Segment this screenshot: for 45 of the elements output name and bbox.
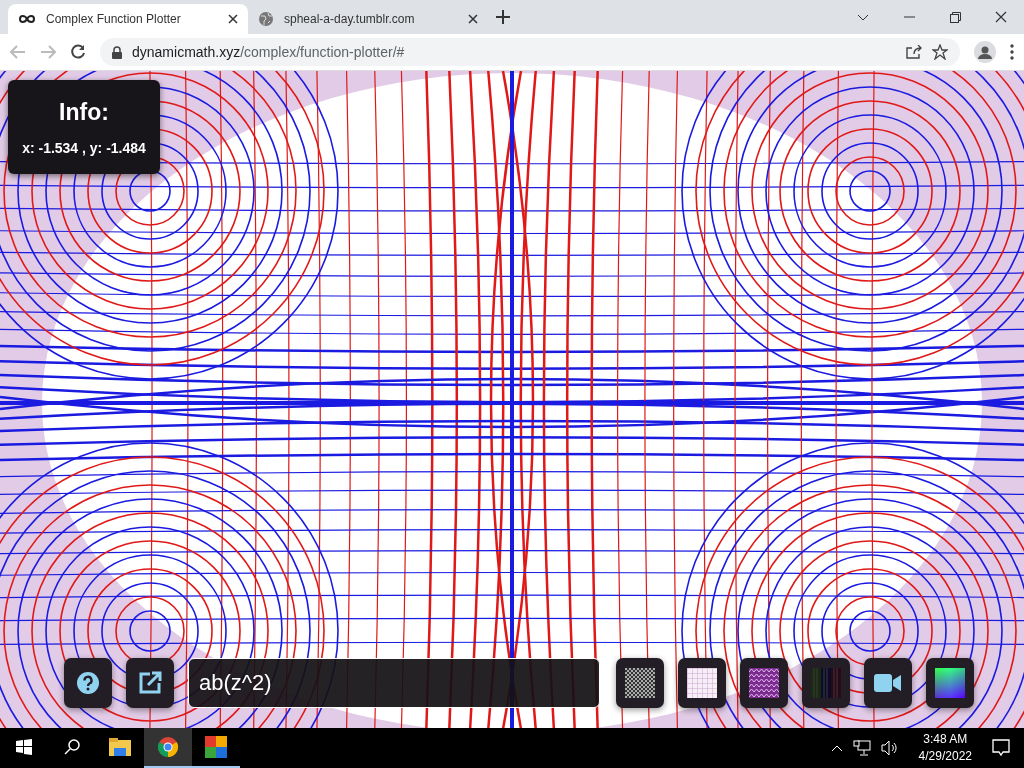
new-tab-icon[interactable] [496,10,510,24]
display-mode-button[interactable] [740,658,788,708]
color-bars-icon [811,668,841,698]
display-mode-button[interactable] [926,658,974,708]
info-title: Info: [59,98,109,126]
globe-icon [258,11,274,27]
share-link-button[interactable] [126,658,174,708]
reload-icon[interactable] [70,44,86,60]
antivirus-logo-icon [205,736,227,758]
browser-tab[interactable]: Complex Function Plotter [8,4,248,34]
search-icon [64,739,80,755]
clock-time: 3:48 AM [923,731,968,748]
help-button[interactable] [64,658,112,708]
taskbar-app[interactable] [144,728,192,768]
url-text: dynamicmath.xyz/complex/function-plotter/# [132,44,405,60]
share-icon[interactable] [906,45,922,59]
function-input[interactable]: ab(z^2) [188,658,600,708]
video-camera-icon [874,673,902,693]
external-link-icon [138,671,162,695]
lock-icon [112,45,122,59]
address-bar[interactable]: dynamicmath.xyz/complex/function-plotter/# [100,38,960,66]
network-icon[interactable] [852,740,871,756]
browser-tab[interactable]: spheal-a-day.tumblr.com [248,4,488,34]
more-options-icon[interactable] [1010,44,1014,60]
checker-pattern-icon [625,668,655,698]
zigzag-pattern-icon [749,668,779,698]
close-icon[interactable] [228,14,238,24]
close-icon[interactable] [468,14,478,24]
browser-logo-icon [157,736,179,758]
display-mode-button[interactable] [616,658,664,708]
color-wheel-icon [935,668,965,698]
windows-logo-icon [16,739,32,755]
coordinates-text: x: -1.534 , y: -1.484 [22,139,146,156]
infinity-icon [18,14,36,24]
clock-date: 4/29/2022 [918,748,972,765]
star-icon[interactable] [932,44,948,60]
profile-icon[interactable] [974,41,996,63]
volume-icon[interactable] [880,740,899,756]
chevron-up-icon[interactable] [830,744,843,752]
folder-icon [109,738,131,756]
display-mode-button[interactable] [678,658,726,708]
display-mode-button[interactable] [864,658,912,708]
grid-pattern-icon [687,668,717,698]
help-icon [77,672,99,694]
notification-icon[interactable] [992,739,1010,757]
